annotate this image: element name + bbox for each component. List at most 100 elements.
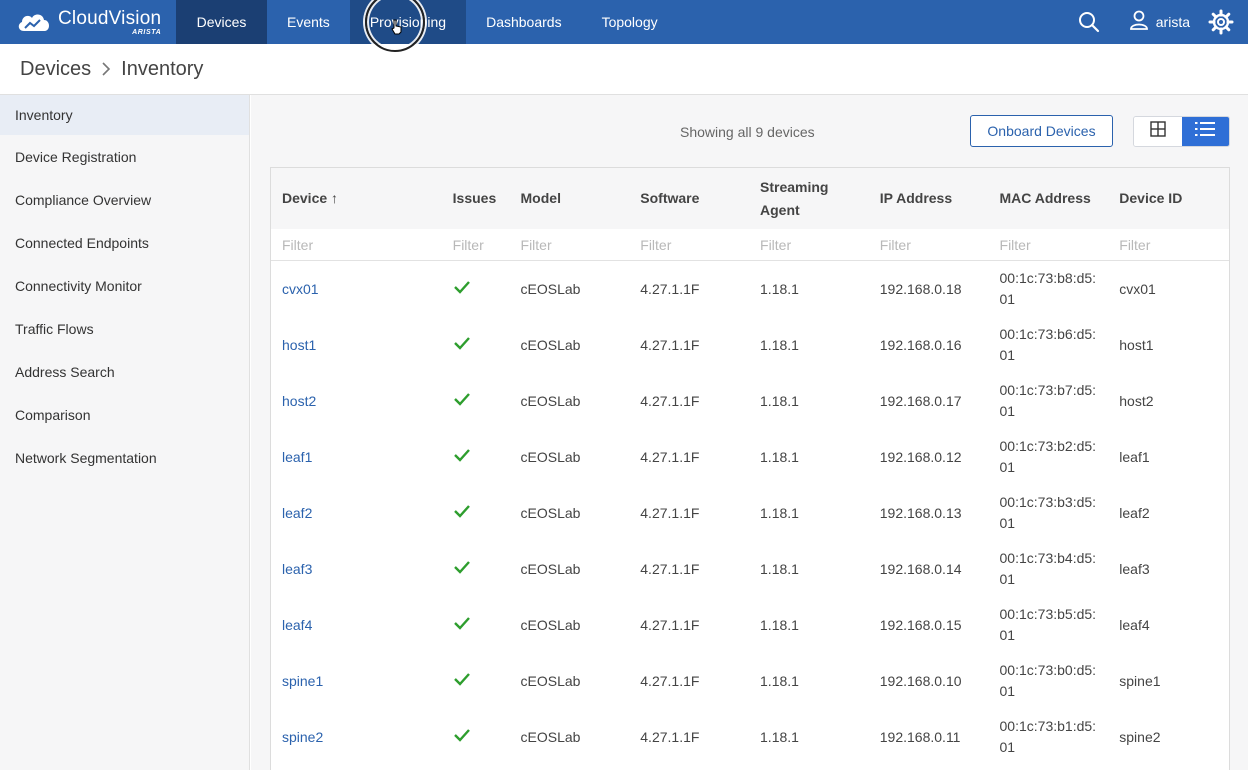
app-logo[interactable]: CloudVision ARISTA xyxy=(0,0,176,44)
software-cell: 4.27.1.1F xyxy=(640,448,700,465)
column-header-mac-address[interactable]: MAC Address xyxy=(989,168,1109,229)
mac-cell: 00:1c:73:b1:d5:01 xyxy=(999,718,1097,755)
issues-cell xyxy=(442,485,510,541)
model-cell: cEOSLab xyxy=(520,728,581,745)
ip-cell: 192.168.0.12 xyxy=(879,448,962,465)
user-menu[interactable]: arista xyxy=(1129,10,1190,35)
model-cell: cEOSLab xyxy=(520,560,581,577)
issues-cell xyxy=(442,317,510,373)
check-icon xyxy=(453,615,471,636)
device-link[interactable]: leaf3 xyxy=(271,541,442,597)
agent-cell: 1.18.1 xyxy=(760,672,799,689)
device-link[interactable]: leaf2 xyxy=(271,485,442,541)
breadcrumb-devices[interactable]: Devices xyxy=(20,58,91,81)
filter-issues[interactable]: Filter xyxy=(442,229,510,260)
column-header-software[interactable]: Software xyxy=(629,168,749,229)
device-id-cell: spine1 xyxy=(1119,672,1161,689)
nav-tab-dashboards[interactable]: Dashboards xyxy=(466,0,582,44)
device-link[interactable]: host2 xyxy=(271,373,442,429)
app-name: CloudVision xyxy=(58,7,162,29)
column-header-ip-address[interactable]: IP Address xyxy=(869,168,989,229)
device-id-cell: leaf2 xyxy=(1119,504,1150,521)
cloud-logo-icon xyxy=(16,11,52,33)
ip-cell: 192.168.0.14 xyxy=(879,560,962,577)
filter-streaming-agent[interactable]: Filter xyxy=(749,229,869,260)
sidebar-item-network-segmentation[interactable]: Network Segmentation xyxy=(0,436,249,479)
table-row: leaf1 cEOSLab 4.27.1.1F 1.18.1 192.168.0… xyxy=(271,429,1229,485)
ip-cell: 192.168.0.15 xyxy=(879,616,962,633)
filter-row: Filter Filter Filter Filter Filter Filte… xyxy=(271,229,1229,261)
agent-cell: 1.18.1 xyxy=(760,392,799,409)
issues-cell xyxy=(442,541,510,597)
issues-cell xyxy=(442,653,510,709)
software-cell: 4.27.1.1F xyxy=(640,728,700,745)
ip-cell: 192.168.0.18 xyxy=(879,280,962,297)
filter-software[interactable]: Filter xyxy=(629,229,749,260)
check-icon xyxy=(453,503,471,524)
list-view-button[interactable] xyxy=(1181,117,1229,146)
nav-tab-provisioning[interactable]: Provisioning xyxy=(349,0,467,44)
device-link[interactable]: host1 xyxy=(271,317,442,373)
device-link[interactable]: spine1 xyxy=(271,653,442,709)
filter-mac-address[interactable]: Filter xyxy=(989,229,1109,260)
sidebar-item-address-search[interactable]: Address Search xyxy=(0,350,249,393)
table-row: host2 cEOSLab 4.27.1.1F 1.18.1 192.168.0… xyxy=(271,373,1229,429)
table-row: cvx01 cEOSLab 4.27.1.1F 1.18.1 192.168.0… xyxy=(271,261,1229,317)
ip-cell: 192.168.0.17 xyxy=(879,392,962,409)
check-icon xyxy=(453,279,471,300)
device-id-cell: spine2 xyxy=(1119,728,1161,745)
model-cell: cEOSLab xyxy=(520,280,581,297)
agent-cell: 1.18.1 xyxy=(760,336,799,353)
device-link[interactable]: leaf4 xyxy=(271,597,442,653)
sidebar-item-compliance-overview[interactable]: Compliance Overview xyxy=(0,178,249,221)
check-icon xyxy=(453,671,471,692)
device-link[interactable]: spine2 xyxy=(271,709,442,765)
filter-ip-address[interactable]: Filter xyxy=(869,229,989,260)
column-header-model[interactable]: Model xyxy=(510,168,630,229)
sidebar-item-connectivity-monitor[interactable]: Connectivity Monitor xyxy=(0,264,249,307)
column-header-device[interactable]: Device ↑ xyxy=(271,168,442,229)
chevron-right-icon xyxy=(101,62,111,76)
search-icon[interactable] xyxy=(1078,11,1100,33)
ip-cell: 192.168.0.11 xyxy=(879,728,961,745)
agent-cell: 1.18.1 xyxy=(760,280,799,297)
sidebar-item-connected-endpoints[interactable]: Connected Endpoints xyxy=(0,221,249,264)
software-cell: 4.27.1.1F xyxy=(640,616,700,633)
table-row: leaf2 cEOSLab 4.27.1.1F 1.18.1 192.168.0… xyxy=(271,485,1229,541)
column-header-device-id[interactable]: Device ID xyxy=(1108,168,1229,229)
app-vendor: ARISTA xyxy=(132,28,162,36)
device-link[interactable]: leaf1 xyxy=(271,429,442,485)
list-view-icon xyxy=(1195,122,1216,141)
model-cell: cEOSLab xyxy=(520,616,581,633)
grid-view-button[interactable] xyxy=(1134,117,1182,146)
check-icon xyxy=(453,335,471,356)
nav-tab-topology[interactable]: Topology xyxy=(582,0,678,44)
device-count-text: Showing all 9 devices xyxy=(680,124,815,140)
table-row: spine1 cEOSLab 4.27.1.1F 1.18.1 192.168.… xyxy=(271,653,1229,709)
check-icon xyxy=(453,727,471,748)
sidebar-item-comparison[interactable]: Comparison xyxy=(0,393,249,436)
model-cell: cEOSLab xyxy=(520,504,581,521)
agent-cell: 1.18.1 xyxy=(760,728,799,745)
onboard-devices-button[interactable]: Onboard Devices xyxy=(970,115,1113,147)
gear-icon[interactable] xyxy=(1208,9,1234,35)
mac-cell: 00:1c:73:b8:d5:01 xyxy=(999,270,1097,307)
issues-cell xyxy=(442,373,510,429)
sidebar-item-device-registration[interactable]: Device Registration xyxy=(0,135,249,178)
check-icon xyxy=(453,391,471,412)
sidebar-item-inventory[interactable]: Inventory xyxy=(0,95,249,135)
filter-device[interactable]: Filter xyxy=(271,229,442,260)
filter-model[interactable]: Filter xyxy=(510,229,630,260)
device-id-cell: host1 xyxy=(1119,336,1154,353)
nav-tab-devices[interactable]: Devices xyxy=(176,0,267,44)
device-link[interactable]: cvx01 xyxy=(271,261,442,317)
view-toggle xyxy=(1133,116,1230,147)
device-id-cell: leaf1 xyxy=(1119,448,1150,465)
software-cell: 4.27.1.1F xyxy=(640,280,700,297)
column-header-issues[interactable]: Issues xyxy=(442,168,510,229)
sidebar-item-traffic-flows[interactable]: Traffic Flows xyxy=(0,307,249,350)
ip-cell: 192.168.0.16 xyxy=(879,336,962,353)
column-header-streaming-agent[interactable]: Streaming Agent xyxy=(749,168,869,229)
filter-device-id[interactable]: Filter xyxy=(1108,229,1229,260)
nav-tab-events[interactable]: Events xyxy=(267,0,350,44)
